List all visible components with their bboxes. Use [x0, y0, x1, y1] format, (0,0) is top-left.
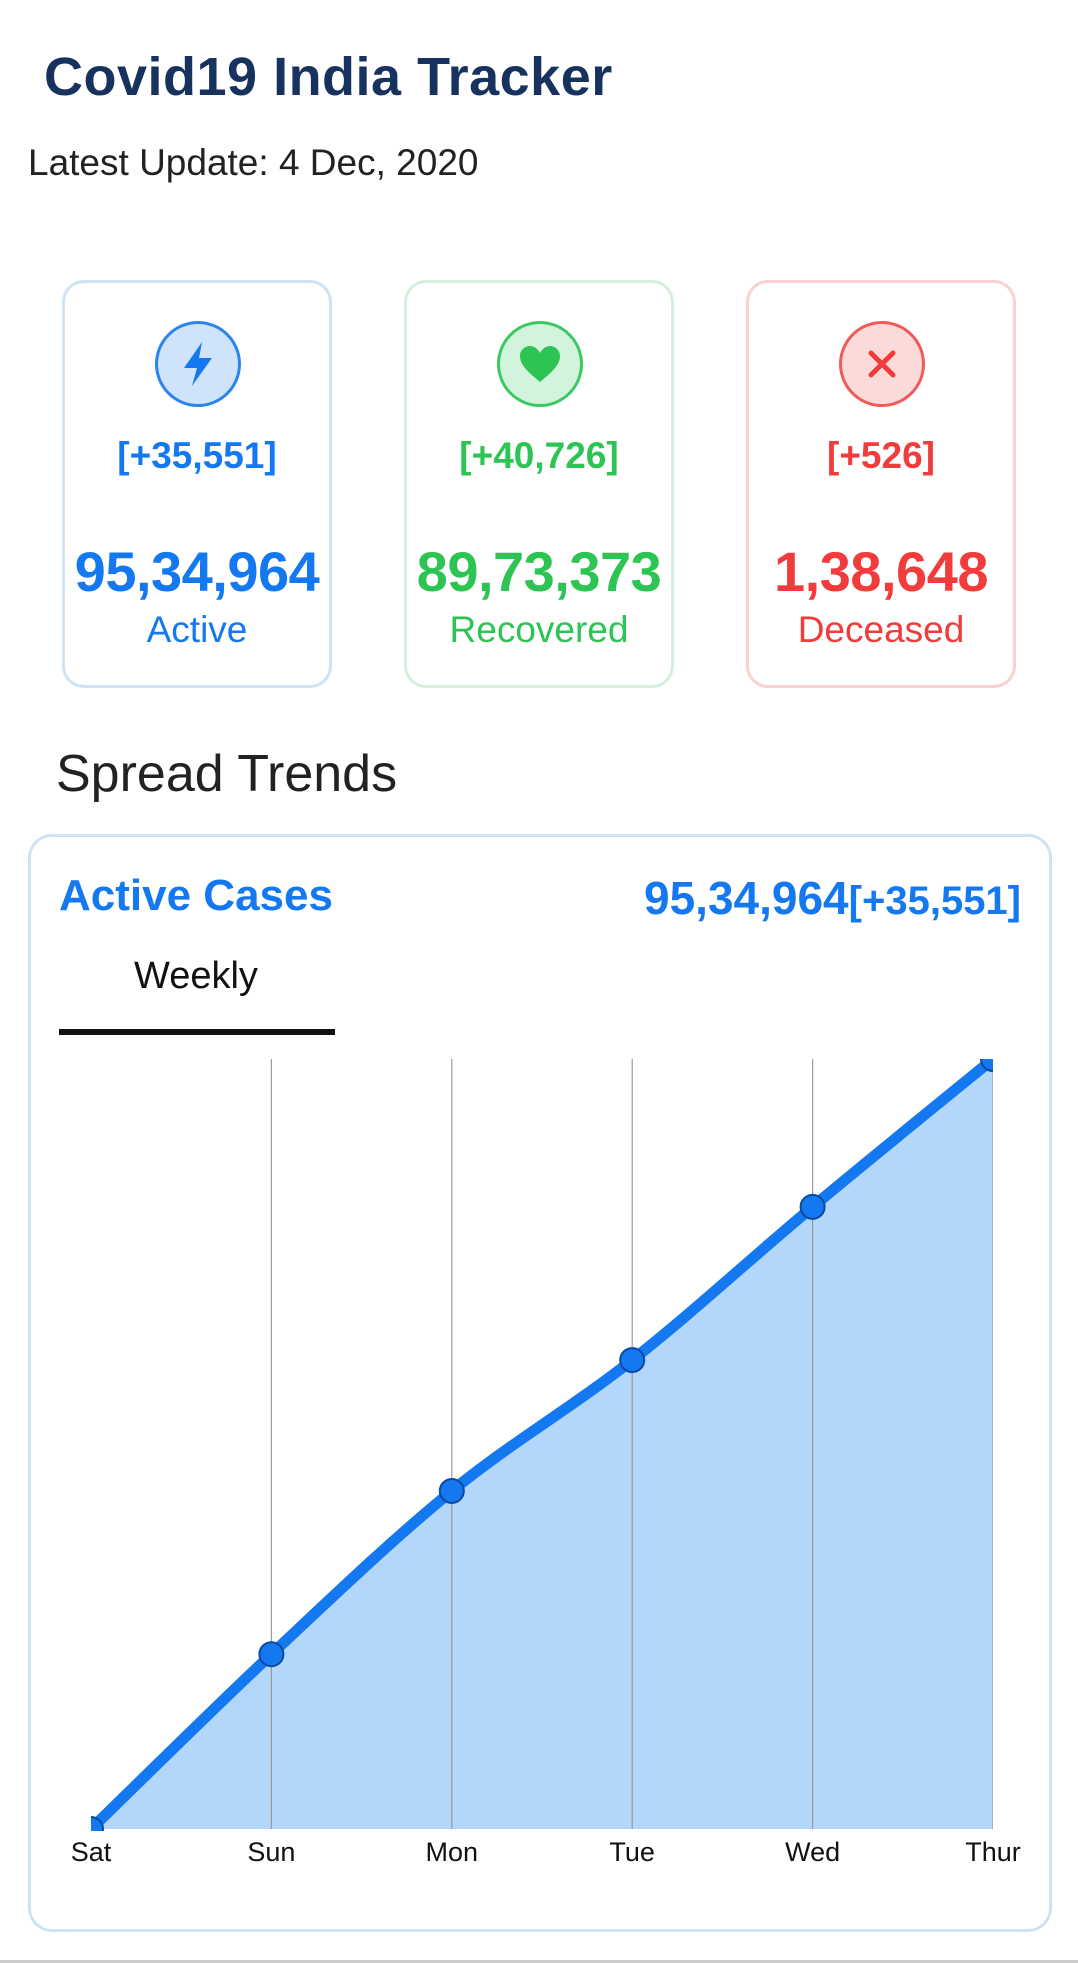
deceased-stat-card[interactable]: [+526] 1,38,648 Deceased — [746, 280, 1016, 688]
data-point-mon[interactable] — [438, 1477, 465, 1504]
data-point-sun[interactable] — [258, 1641, 285, 1668]
deceased-label: Deceased — [797, 609, 965, 650]
recovered-count: 89,73,373 — [416, 540, 662, 603]
recovered-delta: [+40,726] — [459, 435, 619, 476]
data-point-tue[interactable] — [619, 1347, 646, 1374]
deceased-delta: [+526] — [827, 435, 935, 476]
x-tick-label: Thur — [965, 1837, 1021, 1867]
x-tick-label: Mon — [426, 1837, 479, 1867]
recovered-stat-card[interactable]: [+40,726] 89,73,373 Recovered — [404, 280, 674, 688]
active-stat-card[interactable]: [+35,551] 95,34,964 Active — [62, 280, 332, 688]
active-delta: [+35,551] — [117, 435, 277, 476]
data-point-wed[interactable] — [799, 1193, 826, 1220]
x-tick-label: Tue — [609, 1837, 655, 1867]
x-tick-label: Sun — [247, 1837, 295, 1867]
trend-chart: Sat Sun Mon Tue Wed Thur — [71, 1047, 1021, 1867]
app-title: Covid19 India Tracker — [44, 47, 613, 107]
x-tick-label: Sat — [71, 1837, 112, 1867]
deceased-count: 1,38,648 — [774, 540, 988, 603]
x-tick-label: Wed — [785, 1837, 840, 1867]
spread-trends-title: Spread Trends — [56, 745, 398, 803]
active-cases-chart-card: Active Cases 95,34,964[+35,551] Weekly S… — [28, 834, 1052, 1932]
recovered-label: Recovered — [449, 609, 629, 650]
data-point-thur[interactable] — [980, 1047, 1005, 1072]
heart-icon — [497, 321, 583, 407]
active-label: Active — [146, 609, 248, 650]
latest-update-text: Latest Update: 4 Dec, 2020 — [28, 142, 479, 183]
active-count: 95,34,964 — [74, 540, 320, 603]
bolt-icon — [155, 321, 241, 407]
close-icon — [839, 321, 925, 407]
